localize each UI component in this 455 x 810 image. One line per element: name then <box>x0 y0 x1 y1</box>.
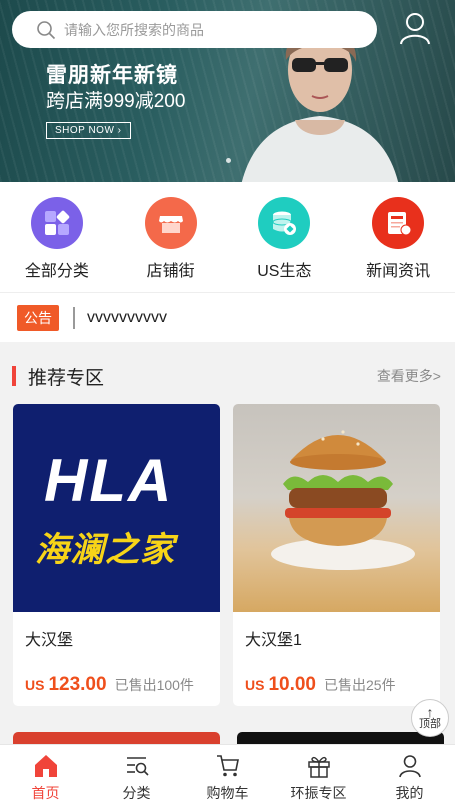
product-image <box>233 404 440 612</box>
tab-cart[interactable]: 购物车 <box>182 745 273 810</box>
bottom-tab-bar: 首页 分类 购物车 环振专区 我的 <box>0 744 455 810</box>
home-icon <box>34 755 57 777</box>
notice-badge: 公告 <box>17 304 59 331</box>
tab-profile-label: 我的 <box>395 785 424 801</box>
notice-bar[interactable]: 公告 vvvvvvvvvv <box>0 292 455 342</box>
category-shortcuts: 全部分类 店铺街 US生态 新闻资讯 <box>0 182 455 292</box>
product-image-logo-text: HLA <box>44 447 174 514</box>
tab-zone[interactable]: 环振专区 <box>273 745 364 810</box>
arrow-up-icon: ↑ <box>426 704 434 720</box>
category-us-ecology-label: US生态 <box>257 263 312 280</box>
tab-home-label: 首页 <box>31 785 60 801</box>
grid-icon <box>30 197 83 249</box>
store-icon <box>144 197 197 249</box>
price-currency: US <box>245 677 265 693</box>
recommend-title: 推荐专区 <box>28 367 105 389</box>
category-all-label: 全部分类 <box>24 263 89 280</box>
user-icon <box>398 755 421 778</box>
view-more-link[interactable]: 查看更多> <box>377 366 441 386</box>
search-bar[interactable]: 请输入您所搜索的商品 <box>12 11 377 48</box>
banner-subtitle: 跨店满999减200 <box>46 91 186 112</box>
cart-icon <box>216 755 239 777</box>
tab-category-label: 分类 <box>122 785 151 801</box>
search-input[interactable]: 请输入您所搜索的商品 <box>64 20 204 40</box>
tab-profile[interactable]: 我的 <box>364 745 455 810</box>
product-price-row: US 10.00 已售出25件 <box>245 674 396 696</box>
search-icon <box>37 20 56 39</box>
chevron-right-icon: › <box>117 125 122 136</box>
tab-zone-label: 环振专区 <box>290 785 347 801</box>
category-news[interactable]: 新闻资讯 <box>341 182 455 292</box>
tab-category[interactable]: 分类 <box>91 745 182 810</box>
category-us-ecology[interactable]: US生态 <box>228 182 342 292</box>
banner-title: 雷朋新年新镜 <box>46 64 178 87</box>
product-price: 123.00 <box>48 674 107 695</box>
back-to-top-label: 顶部 <box>419 718 441 730</box>
user-profile-icon[interactable] <box>398 11 432 45</box>
category-news-label: 新闻资讯 <box>366 263 431 280</box>
product-card[interactable]: HLA 海澜之家 大汉堡 US 123.00 已售出100件 <box>13 404 220 706</box>
tab-home[interactable]: 首页 <box>0 745 91 810</box>
news-icon <box>372 197 425 249</box>
product-image-logo-text-cn: 海澜之家 <box>35 531 175 569</box>
product-price: 10.00 <box>268 674 316 695</box>
product-name: 大汉堡1 <box>245 632 302 649</box>
recommend-header: 推荐专区 查看更多> <box>0 356 455 396</box>
tab-cart-label: 购物车 <box>206 785 249 801</box>
database-icon <box>258 197 311 249</box>
banner-pagination <box>226 150 231 168</box>
category-all[interactable]: 全部分类 <box>0 182 114 292</box>
category-search-icon <box>126 757 149 776</box>
shop-now-button[interactable]: SHOP NOW › <box>46 122 131 139</box>
product-price-row: US 123.00 已售出100件 <box>25 674 194 696</box>
burger-image <box>271 430 415 570</box>
product-card[interactable]: 大汉堡1 US 10.00 已售出25件 <box>233 404 440 706</box>
gift-icon <box>307 756 330 778</box>
product-name: 大汉堡 <box>25 632 74 649</box>
sold-count: 已售出25件 <box>324 677 396 693</box>
sold-count: 已售出100件 <box>114 677 194 693</box>
category-stores[interactable]: 店铺街 <box>114 182 228 292</box>
shop-now-label: SHOP NOW <box>55 125 115 136</box>
notice-divider <box>73 306 75 329</box>
product-image: HLA 海澜之家 <box>13 404 220 612</box>
notice-text: vvvvvvvvvv <box>87 308 167 326</box>
back-to-top-button[interactable]: ↑ 顶部 <box>411 699 449 737</box>
section-accent-bar <box>12 366 16 386</box>
category-stores-label: 店铺街 <box>146 263 195 280</box>
price-currency: US <box>25 677 45 693</box>
